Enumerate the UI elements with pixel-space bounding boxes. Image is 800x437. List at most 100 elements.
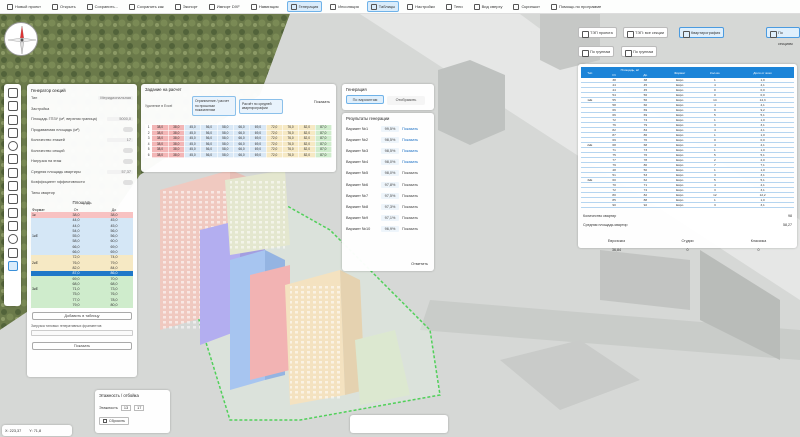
toolbar-item-8[interactable]: Инсоляция xyxy=(327,1,361,12)
toolbar-item-1[interactable]: Открыть xyxy=(49,1,79,12)
task-grid-cell[interactable]: 82,0 xyxy=(298,151,316,158)
report-tab-0[interactable]: ТЭП проекта xyxy=(578,27,617,38)
field-value[interactable]: 5000,0 xyxy=(107,117,133,122)
variant-name[interactable]: Вариант №7 xyxy=(346,194,378,198)
toolbar-item-13[interactable]: Скриншот xyxy=(510,1,542,12)
floors-to-input[interactable]: 17 xyxy=(134,405,145,411)
select-icon[interactable] xyxy=(7,88,18,98)
field-value[interactable]: 17 xyxy=(107,138,133,143)
polygon-icon[interactable] xyxy=(7,127,18,138)
variant-name[interactable]: Вариант №9 xyxy=(346,216,378,220)
task-option[interactable]: Расчёт по средней квартирографии xyxy=(239,98,283,114)
variant-name[interactable]: Вариант №5 xyxy=(346,171,378,175)
toolbar-item-11[interactable]: Тени xyxy=(443,1,466,12)
variant-show-button[interactable]: Показать xyxy=(402,183,418,187)
report-tab-2[interactable]: Квартирография xyxy=(679,27,725,38)
variant-show-button[interactable]: Показать xyxy=(402,205,418,209)
floors-from-input[interactable]: 13 xyxy=(120,405,132,411)
toolbar-item-14[interactable]: Помощь по программе xyxy=(548,1,604,12)
lightbulb-icon[interactable] xyxy=(7,234,18,245)
toolbar-item-2[interactable]: Сохранить... xyxy=(84,1,121,12)
variant-name[interactable]: Вариант №6 xyxy=(346,183,378,187)
display-button[interactable]: Отобразить xyxy=(387,96,425,105)
toolbar-item-10[interactable]: Настройки xyxy=(404,1,438,12)
toolbar-item-3[interactable]: Сохранить как xyxy=(126,1,167,12)
variant-show-button[interactable]: Показать xyxy=(402,194,418,198)
area-cell-format xyxy=(31,302,57,307)
line-icon[interactable] xyxy=(7,141,18,152)
field-label: Площадь ГПЗУ (м², верхняя граница) xyxy=(31,117,98,122)
variant-show-button[interactable]: Показать xyxy=(402,227,418,231)
layers-icon[interactable] xyxy=(7,181,18,192)
loading-dropdown[interactable] xyxy=(31,329,133,336)
generate-button[interactable]: Показать xyxy=(32,341,132,350)
tasks-show-button[interactable]: Показать xyxy=(314,100,330,104)
field-value[interactable]: 57,37 xyxy=(107,169,133,174)
task-option[interactable]: Ограничение / расчет по прошлым показате… xyxy=(192,96,236,116)
variant-name[interactable]: Вариант №10 xyxy=(346,227,378,231)
reset-button[interactable]: Сбросить xyxy=(99,417,129,425)
by-variants-button[interactable]: По вариантам xyxy=(346,95,384,104)
report-tab-4[interactable]: По группам xyxy=(621,46,658,57)
loading-label: Загрузка типовых генеративных фрагментов xyxy=(31,323,102,328)
result-row: Вариант №6 97,8% Показать xyxy=(346,179,430,190)
sun-icon[interactable] xyxy=(7,247,18,258)
task-grid-cell[interactable]: 45,0 xyxy=(183,151,202,158)
variant-show-button[interactable]: Показать xyxy=(402,149,418,153)
toolbar-item-5[interactable]: Импорт DXF xyxy=(206,1,243,12)
task-grid-cell[interactable]: 38,0 xyxy=(151,151,169,158)
variant-show-button[interactable]: Показать xyxy=(402,171,418,175)
variant-name[interactable]: Вариант №3 xyxy=(346,149,378,153)
apartment-mix-panel: Тип Площадь, м² Формат Кол-во Доля от вс… xyxy=(578,64,797,252)
variant-show-button[interactable]: Показать xyxy=(402,160,418,164)
total-row: Средняя площадь квартир 58,27 xyxy=(581,220,794,229)
toolbar-item-9[interactable]: Таблицы xyxy=(366,1,400,12)
variant-name[interactable]: Вариант №1 xyxy=(346,127,378,131)
navigation-icon xyxy=(250,3,257,10)
task-grid-cell[interactable]: 76,0 xyxy=(281,151,300,158)
variant-name[interactable]: Вариант №4 xyxy=(346,160,378,164)
task-grid-cell[interactable]: 72,0 xyxy=(265,151,283,158)
rotate-icon[interactable] xyxy=(7,114,18,125)
task-grid-cell[interactable]: 66,0 xyxy=(232,151,251,158)
section-icon[interactable] xyxy=(7,207,18,218)
field-value[interactable]: Меридиональная xyxy=(98,96,133,101)
field-label: Нагрузка на этаж xyxy=(31,159,62,164)
mark-button[interactable]: Отметить xyxy=(411,262,428,266)
field-toggle[interactable] xyxy=(123,148,133,154)
toolbar-item-7[interactable]: Генерация xyxy=(286,1,323,12)
field-toggle[interactable] xyxy=(123,179,133,185)
measure-icon[interactable] xyxy=(7,154,18,165)
task-grid-cell[interactable]: 87,0 xyxy=(314,151,333,158)
area-row[interactable]: 79,0 80,0 xyxy=(31,302,133,308)
summary-value: 36,84 xyxy=(612,248,621,253)
paint-icon[interactable] xyxy=(7,220,18,231)
task-option[interactable]: Удаление в Excel xyxy=(145,104,189,109)
cube-icon[interactable] xyxy=(7,194,18,205)
summary-value: 0 xyxy=(686,248,689,253)
task-grid-cell[interactable]: 69,0 xyxy=(249,151,267,158)
table-icon[interactable] xyxy=(7,260,18,271)
sun-icon xyxy=(330,3,337,10)
toolbar-item-12[interactable]: Вид сверху xyxy=(471,1,506,12)
report-tab-3[interactable]: По группам xyxy=(578,46,615,57)
report-tab-5[interactable]: По секциям xyxy=(766,27,800,46)
building-icon[interactable] xyxy=(7,167,18,178)
variant-show-button[interactable]: Показать xyxy=(402,216,418,220)
task-grid-cell[interactable]: 38,0 xyxy=(167,151,185,158)
variant-show-button[interactable]: Показать xyxy=(402,138,418,142)
variant-name[interactable]: Вариант №8 xyxy=(346,205,378,209)
variant-name[interactable]: Вариант №2 xyxy=(346,138,378,142)
toolbar-item-0[interactable]: Новый проект xyxy=(4,1,44,12)
add-to-table-button[interactable]: Добавить в таблицу xyxy=(32,311,132,320)
move-icon[interactable] xyxy=(7,101,18,112)
variant-show-button[interactable]: Показать xyxy=(402,127,418,131)
toolbar-item-6[interactable]: Навигация xyxy=(248,1,282,12)
field-toggle[interactable] xyxy=(123,158,133,164)
compass-icon[interactable] xyxy=(4,22,38,56)
task-grid-cell[interactable]: 58,0 xyxy=(216,151,234,158)
toolbar-item-4[interactable]: Экспорт xyxy=(172,1,201,12)
report-tab-1[interactable]: ТЭП: все секции xyxy=(623,27,669,38)
field-toggle[interactable] xyxy=(123,127,133,133)
task-grid-cell[interactable]: 56,0 xyxy=(200,151,218,158)
